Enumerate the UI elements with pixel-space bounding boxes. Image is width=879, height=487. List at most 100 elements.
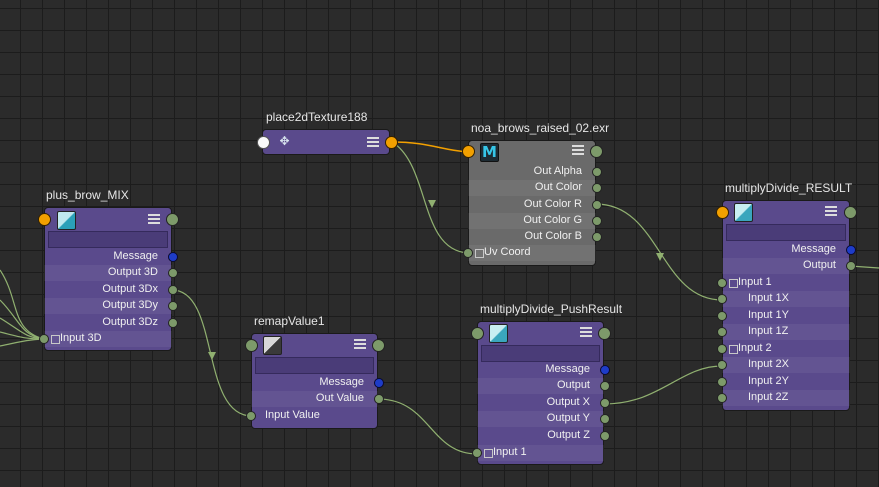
node-place2dtexture[interactable]: place2dTexture188 ✥ [257, 110, 398, 155]
node-multiply-divide-result[interactable]: multiplyDivide_RESULT Message Output Inp… [716, 181, 857, 411]
attr-input-1[interactable]: Input 1 [472, 445, 604, 461]
node-file-texture[interactable]: noa_brows_raised_02.exr M Out Alpha Out … [462, 121, 609, 266]
attr-plug[interactable] [600, 398, 610, 408]
input-plug[interactable] [245, 339, 258, 352]
node-remap-value[interactable]: remapValue1 Message Out Value Input Valu… [245, 314, 385, 429]
attr-input-2z[interactable]: Input 2Z [717, 390, 850, 406]
attr-input-2[interactable]: Input 2 [717, 341, 850, 357]
attr-message[interactable]: Message [722, 242, 856, 258]
attr-input-1x[interactable]: Input 1X [717, 291, 850, 307]
attr-plug[interactable] [846, 261, 856, 271]
attr-plug[interactable] [717, 360, 727, 370]
wire-outuv-to-uvcoord[interactable] [394, 143, 469, 254]
attr-output-x[interactable]: Output X [477, 395, 610, 411]
attr-output-z[interactable]: Output Z [477, 428, 610, 444]
attr-out-color[interactable]: Out Color [468, 180, 602, 196]
attr-out-color-b[interactable]: Out Color B [468, 229, 602, 245]
attr-input-1z[interactable]: Input 1Z [717, 324, 850, 340]
attr-plug[interactable] [168, 268, 178, 278]
attr-output[interactable]: Output [477, 378, 610, 394]
attr-out-color-r[interactable]: Out Color R [468, 197, 602, 213]
input-plug[interactable] [471, 327, 484, 340]
output-plug[interactable] [385, 136, 398, 149]
attr-plug[interactable] [39, 334, 49, 344]
wire-uv-out-to-uv-coord[interactable] [390, 141, 469, 153]
expand-toggle[interactable] [729, 345, 738, 354]
attr-plug[interactable] [463, 248, 473, 258]
node-menu-icon[interactable] [367, 136, 379, 148]
attr-plug[interactable] [717, 393, 727, 403]
node-menu-icon[interactable] [148, 213, 160, 225]
attr-plug[interactable] [592, 167, 602, 177]
wire-offscreen-to-input3d-3[interactable] [0, 317, 45, 340]
attr-input-value[interactable]: Input Value [246, 408, 378, 424]
attr-plug[interactable] [717, 278, 727, 288]
expand-toggle[interactable] [729, 279, 738, 288]
attr-plug[interactable] [168, 318, 178, 328]
wire-outvalue-to-input1[interactable] [377, 398, 478, 455]
expand-toggle[interactable] [484, 449, 493, 458]
attr-plug[interactable] [592, 232, 602, 242]
node-name-field[interactable] [255, 357, 374, 374]
attr-plug[interactable] [168, 301, 178, 311]
node-menu-icon[interactable] [572, 144, 584, 156]
output-plug[interactable] [590, 145, 603, 158]
attr-input-2x[interactable]: Input 2X [717, 357, 850, 373]
attr-plug[interactable] [846, 245, 856, 255]
output-plug[interactable] [598, 327, 611, 340]
attr-plug[interactable] [717, 311, 727, 321]
node-name-field[interactable] [481, 345, 600, 362]
attr-out-value[interactable]: Out Value [251, 391, 384, 407]
attr-output-3d[interactable]: Output 3D [44, 265, 178, 281]
output-plug[interactable] [372, 339, 385, 352]
node-name-field[interactable] [48, 231, 168, 248]
output-plug[interactable] [166, 213, 179, 226]
attr-plug[interactable] [717, 377, 727, 387]
attr-plug[interactable] [168, 252, 178, 262]
attr-output-3dz[interactable]: Output 3Dz [44, 315, 178, 331]
attr-output-3dx[interactable]: Output 3Dx [44, 282, 178, 298]
attr-input-2y[interactable]: Input 2Y [717, 374, 850, 390]
attr-input-3d[interactable]: Input 3D [39, 331, 172, 347]
attr-input-1y[interactable]: Input 1Y [717, 308, 850, 324]
input-plug[interactable] [716, 206, 729, 219]
input-plug[interactable] [257, 136, 270, 149]
attr-plug[interactable] [374, 394, 384, 404]
attr-plug[interactable] [374, 378, 384, 388]
attr-plug[interactable] [168, 285, 178, 295]
attr-plug[interactable] [592, 216, 602, 226]
attr-plug[interactable] [717, 327, 727, 337]
input-plug[interactable] [462, 145, 475, 158]
wire-offscreen-to-input3d-1[interactable] [0, 269, 45, 340]
wire-outcolorr-to-input1x[interactable] [595, 203, 723, 301]
attr-output-y[interactable]: Output Y [477, 411, 610, 427]
attr-message[interactable]: Message [477, 362, 610, 378]
output-plug[interactable] [844, 206, 857, 219]
attr-plug[interactable] [246, 411, 256, 421]
attr-message[interactable]: Message [44, 249, 178, 265]
expand-toggle[interactable] [475, 249, 484, 258]
attr-plug[interactable] [717, 294, 727, 304]
node-menu-icon[interactable] [825, 205, 837, 217]
node-menu-icon[interactable] [354, 338, 366, 350]
wire-offscreen-to-input3d-2[interactable] [0, 299, 45, 340]
wire-offscreen-to-input3d-4[interactable] [0, 331, 45, 340]
attr-plug[interactable] [600, 381, 610, 391]
attr-message[interactable]: Message [251, 375, 384, 391]
attr-output[interactable]: Output [722, 258, 856, 274]
wire-offscreen-to-input3d-5[interactable] [0, 338, 45, 347]
expand-toggle[interactable] [51, 335, 60, 344]
attr-plug[interactable] [592, 200, 602, 210]
attr-out-color-g[interactable]: Out Color G [468, 213, 602, 229]
attr-plug[interactable] [717, 344, 727, 354]
attr-input-1[interactable]: Input 1 [717, 275, 850, 291]
node-name-field[interactable] [726, 224, 846, 241]
attr-output-3dy[interactable]: Output 3Dy [44, 298, 178, 314]
wire-output3dx-to-inputvalue[interactable] [171, 289, 253, 417]
node-menu-icon[interactable] [580, 326, 592, 338]
input-plug[interactable] [38, 213, 51, 226]
attr-plug[interactable] [600, 431, 610, 441]
attr-plug[interactable] [600, 414, 610, 424]
attr-plug[interactable] [592, 183, 602, 193]
attr-plug[interactable] [472, 448, 482, 458]
